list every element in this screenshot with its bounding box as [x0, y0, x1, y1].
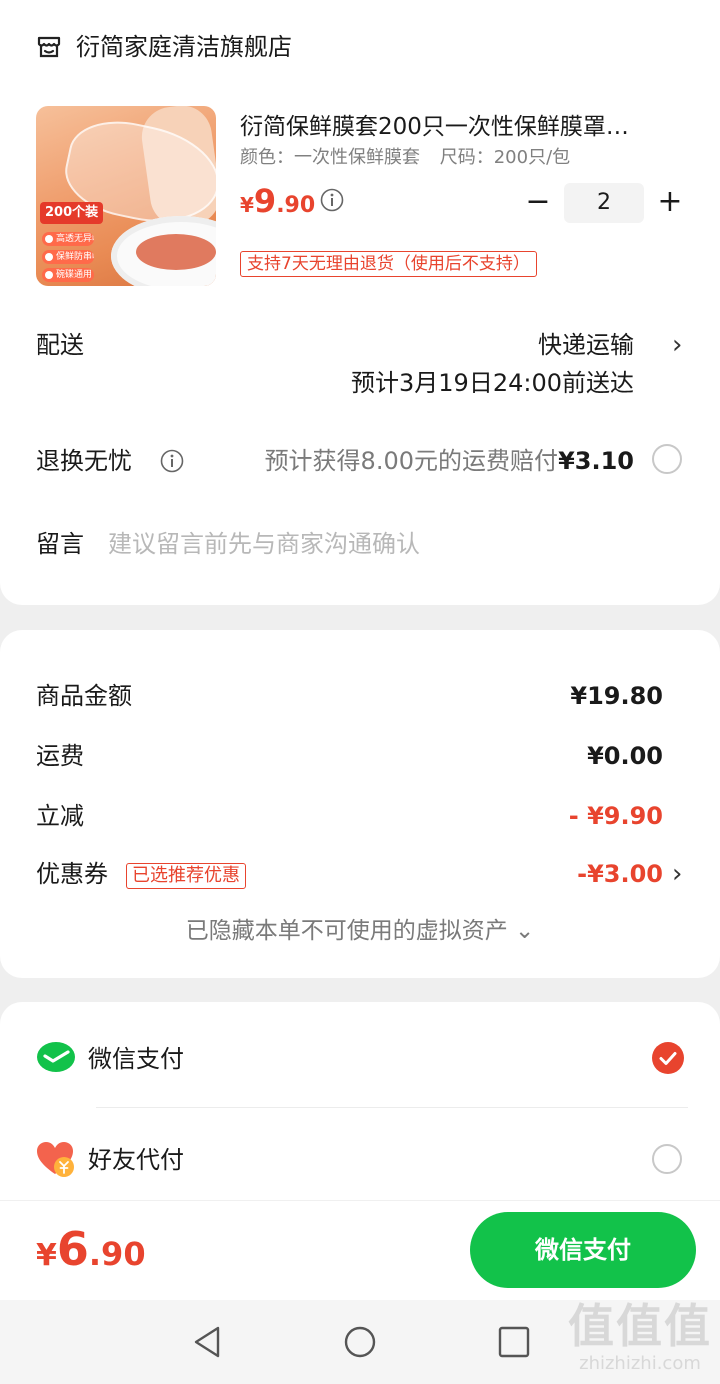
pay-button[interactable]: 微信支付 — [470, 1212, 696, 1288]
quantity-value[interactable]: 2 — [564, 183, 644, 223]
friend-pay-icon — [37, 1142, 74, 1177]
wechat-pay-label[interactable]: 微信支付 — [88, 1042, 184, 1076]
return-insurance-text: 预计获得8.00元的运费赔付 — [264, 447, 558, 475]
total-price: ¥6.90 — [36, 1222, 146, 1276]
quantity-decrease-button[interactable]: − — [524, 186, 552, 218]
return-insurance-radio[interactable] — [652, 444, 682, 474]
shipping-value: ¥0.00 — [587, 742, 663, 770]
product-image-chip: 高透无异味 — [42, 232, 94, 246]
store-name[interactable]: 衍简家庭清洁旗舰店 — [76, 30, 292, 64]
discount-value: - ¥9.90 — [568, 802, 663, 830]
product-image-food — [136, 234, 216, 270]
hidden-assets-toggle[interactable]: 已隐藏本单不可使用的虚拟资产 ⌄ — [0, 914, 720, 948]
friend-pay-radio[interactable] — [652, 1144, 682, 1174]
quantity-increase-button[interactable]: + — [656, 186, 684, 218]
discount-label: 立减 — [36, 802, 84, 830]
return-insurance-amount: ¥3.10 — [558, 447, 634, 475]
store-icon — [37, 36, 61, 58]
chevron-right-icon[interactable]: › — [672, 328, 682, 362]
message-label: 留言 — [36, 530, 84, 558]
total-currency: ¥ — [36, 1238, 57, 1273]
info-icon[interactable] — [320, 188, 344, 212]
watermark-logo: 值值值 — [568, 1299, 712, 1353]
return-insurance-label: 退换无忧 — [36, 447, 132, 475]
product-title[interactable]: 衍简保鲜膜套200只一次性保鲜膜罩… — [240, 110, 680, 144]
home-circle-icon[interactable] — [340, 1322, 380, 1362]
price-integer: 9 — [253, 182, 277, 220]
product-price: ¥9.90 — [240, 182, 315, 220]
coupon-label: 优惠券 — [36, 860, 108, 888]
divider — [96, 1107, 688, 1108]
message-input[interactable] — [108, 523, 668, 565]
shipping-label: 运费 — [36, 742, 84, 770]
watermark: 值值值 zhizhizhi.com — [568, 1300, 712, 1376]
product-image-chip: 碗碟通用 — [42, 268, 94, 282]
order-card — [0, 0, 720, 605]
goods-amount-label: 商品金额 — [36, 682, 132, 710]
product-spec[interactable]: 颜色：一次性保鲜膜套 尺码：200只/包 — [240, 146, 584, 170]
return-policy-badge: 支持7天无理由退货（使用后不支持） — [240, 251, 537, 277]
goods-amount-value: ¥19.80 — [570, 682, 663, 710]
chevron-right-icon[interactable]: › — [672, 857, 682, 891]
delivery-method[interactable]: 快递运输 — [538, 328, 634, 362]
friend-pay-label[interactable]: 好友代付 — [88, 1143, 184, 1177]
product-image[interactable]: 200个装 高透无异味 保鲜防串味 碗碟通用 — [36, 106, 216, 286]
watermark-url: zhizhizhi.com — [579, 1353, 701, 1374]
spec-color: 颜色：一次性保鲜膜套 — [240, 147, 420, 168]
total-decimal: .90 — [88, 1235, 146, 1273]
recent-apps-square-icon[interactable] — [494, 1322, 534, 1362]
total-integer: 6 — [56, 1222, 89, 1276]
delivery-label: 配送 — [36, 331, 84, 359]
price-currency: ¥ — [240, 193, 254, 217]
checkmark-icon[interactable] — [652, 1042, 684, 1074]
info-icon[interactable] — [160, 449, 184, 473]
price-decimal: .90 — [276, 193, 316, 218]
back-triangle-icon[interactable] — [188, 1322, 228, 1362]
coupon-value[interactable]: -¥3.00 — [577, 857, 663, 891]
spec-size: 尺码：200只/包 — [439, 147, 571, 168]
delivery-eta: 预计3月19日24:00前送达 — [351, 369, 634, 397]
product-image-chip: 保鲜防串味 — [42, 250, 94, 264]
product-image-pack-label: 200个装 — [40, 202, 104, 224]
wechat-pay-icon — [37, 1042, 75, 1072]
coupon-badge[interactable]: 已选推荐优惠 — [126, 863, 246, 889]
